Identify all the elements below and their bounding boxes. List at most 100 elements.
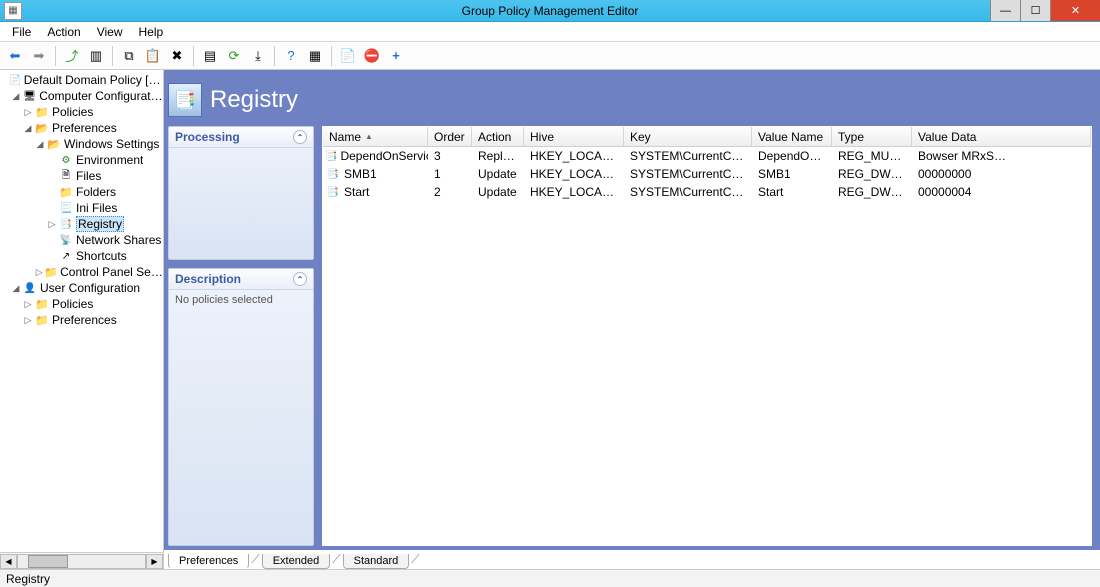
tree-root[interactable]: Default Domain Policy [DC02.C… [0, 72, 163, 88]
tree-user-preferences[interactable]: ▷ Preferences [0, 312, 163, 328]
tree-label: Network Shares [76, 233, 161, 247]
expander-icon[interactable]: ▷ [22, 315, 34, 326]
toolbar-sep [331, 46, 332, 66]
tree-label: Preferences [52, 121, 117, 135]
tree-computer-configuration[interactable]: ◢ Computer Configuration [0, 88, 163, 104]
menu-view[interactable]: View [89, 23, 131, 41]
col-value-name[interactable]: Value Name [752, 127, 832, 146]
menu-help[interactable]: Help [131, 23, 172, 41]
expander-icon[interactable]: ◢ [34, 139, 46, 150]
tree-comp-preferences[interactable]: ◢ Preferences [0, 120, 163, 136]
tree-user-configuration[interactable]: ◢ User Configuration [0, 280, 163, 296]
col-value-data[interactable]: Value Data [912, 127, 1091, 146]
cell-type: REG_DWORD [832, 184, 912, 200]
tab-preferences[interactable]: Preferences [168, 554, 249, 569]
show-hide-tree-button[interactable]: ▥ [85, 45, 107, 67]
up-button[interactable]: ⤴ [61, 45, 83, 67]
ini-icon [58, 201, 74, 215]
cell-value-data: 00000004 [912, 184, 1091, 200]
tree-ini-files[interactable]: Ini Files [0, 200, 163, 216]
properties-button[interactable]: ▤ [199, 45, 221, 67]
list-body[interactable]: 📑DependOnService3ReplaceHKEY_LOCAL_MAC…S… [323, 147, 1091, 545]
options-button[interactable]: ▦ [304, 45, 326, 67]
scroll-right-button[interactable]: ▶ [146, 554, 163, 569]
tree-files[interactable]: Files [0, 168, 163, 184]
expander-icon[interactable]: ◢ [10, 91, 22, 102]
tree-comp-policies[interactable]: ▷ Policies [0, 104, 163, 120]
stop-button[interactable]: ⛔ [361, 45, 383, 67]
tree-label: Policies [52, 105, 93, 119]
paste-button[interactable]: 📋 [142, 45, 164, 67]
forward-button[interactable]: ➡ [28, 45, 50, 67]
close-button[interactable]: ✕ [1050, 0, 1100, 21]
scroll-thumb[interactable] [28, 555, 68, 568]
description-body: No policies selected [169, 290, 313, 310]
col-key[interactable]: Key [624, 127, 752, 146]
export-button[interactable]: ⤓ [247, 45, 269, 67]
maximize-button[interactable]: ☐ [1020, 0, 1050, 21]
side-panels: Processing ⌃ Description ⌃ No policies s… [168, 126, 314, 546]
col-name[interactable]: Name▲ [323, 127, 428, 146]
back-button[interactable]: ⬅ [4, 45, 26, 67]
expander-icon[interactable]: ▷ [46, 219, 58, 230]
expander-icon[interactable]: ▷ [22, 299, 34, 310]
help-button[interactable]: ? [280, 45, 302, 67]
cell-type: REG_DWORD [832, 166, 912, 182]
cell-key: SYSTEM\CurrentControlS… [624, 184, 752, 200]
tree-horizontal-scrollbar[interactable]: ◀ ▶ [0, 552, 163, 569]
minimize-button[interactable]: — [990, 0, 1020, 21]
tree-label: Ini Files [76, 201, 117, 215]
copy-button[interactable]: ⧉ [118, 45, 140, 67]
table-row[interactable]: 📑SMB11UpdateHKEY_LOCAL_MAC…SYSTEM\Curren… [323, 165, 1091, 183]
menu-action[interactable]: Action [39, 23, 88, 41]
tree-shortcuts[interactable]: Shortcuts [0, 248, 163, 264]
tab-extended[interactable]: Extended [262, 554, 330, 569]
expander-icon[interactable]: ◢ [22, 123, 34, 134]
col-hive[interactable]: Hive [524, 127, 624, 146]
cell-order: 1 [428, 166, 472, 182]
tree-windows-settings[interactable]: ◢ Windows Settings [0, 136, 163, 152]
status-bar: Registry [0, 569, 1100, 587]
tree-network-shares[interactable]: Network Shares [0, 232, 163, 248]
navigation-tree[interactable]: Default Domain Policy [DC02.C… ◢ Compute… [0, 70, 163, 552]
col-action[interactable]: Action [472, 127, 524, 146]
tab-standard[interactable]: Standard [343, 554, 410, 569]
shortcut-icon [58, 249, 74, 263]
refresh-button[interactable]: ⟳ [223, 45, 245, 67]
collapse-icon[interactable]: ⌃ [293, 130, 307, 144]
app-icon: ▦ [4, 2, 22, 20]
delete-button[interactable]: ✖ [166, 45, 188, 67]
scroll-left-button[interactable]: ◀ [0, 554, 17, 569]
scroll-track[interactable] [17, 554, 146, 569]
status-text: Registry [6, 572, 50, 586]
tree-user-policies[interactable]: ▷ Policies [0, 296, 163, 312]
table-row[interactable]: 📑DependOnService3ReplaceHKEY_LOCAL_MAC…S… [323, 147, 1091, 165]
toolbar-sep [55, 46, 56, 66]
cell-value-name: Start [752, 184, 832, 200]
tab-sep: ⟋ [409, 552, 421, 567]
table-row[interactable]: 📑Start2UpdateHKEY_LOCAL_MAC…SYSTEM\Curre… [323, 183, 1091, 201]
tree-environment[interactable]: Environment [0, 152, 163, 168]
new-item-button[interactable]: 📄 [337, 45, 359, 67]
add-button[interactable]: + [385, 45, 407, 67]
registry-header-icon: 📑 [168, 83, 202, 117]
expander-icon[interactable]: ◢ [10, 283, 22, 294]
col-order[interactable]: Order [428, 127, 472, 146]
col-type[interactable]: Type [832, 127, 912, 146]
toolbar: ⬅ ➡ ⤴ ▥ ⧉ 📋 ✖ ▤ ⟳ ⤓ ? ▦ 📄 ⛔ + [0, 42, 1100, 70]
tree-control-panel-settings[interactable]: ▷ Control Panel Settings [0, 264, 163, 280]
expander-icon[interactable]: ▷ [22, 107, 34, 118]
collapse-icon[interactable]: ⌃ [293, 272, 307, 286]
tree-registry[interactable]: ▷ Registry [0, 216, 163, 232]
cell-name: 📑Start [323, 184, 428, 200]
cell-hive: HKEY_LOCAL_MAC… [524, 148, 624, 164]
cell-hive: HKEY_LOCAL_MAC… [524, 184, 624, 200]
expander-icon[interactable]: ▷ [34, 267, 44, 278]
computer-icon [22, 89, 38, 103]
menu-file[interactable]: File [4, 23, 39, 41]
tree-label: Windows Settings [64, 137, 159, 151]
tree-folders[interactable]: Folders [0, 184, 163, 200]
toolbar-sep [193, 46, 194, 66]
main-area: Default Domain Policy [DC02.C… ◢ Compute… [0, 70, 1100, 569]
cell-action: Update [472, 184, 524, 200]
